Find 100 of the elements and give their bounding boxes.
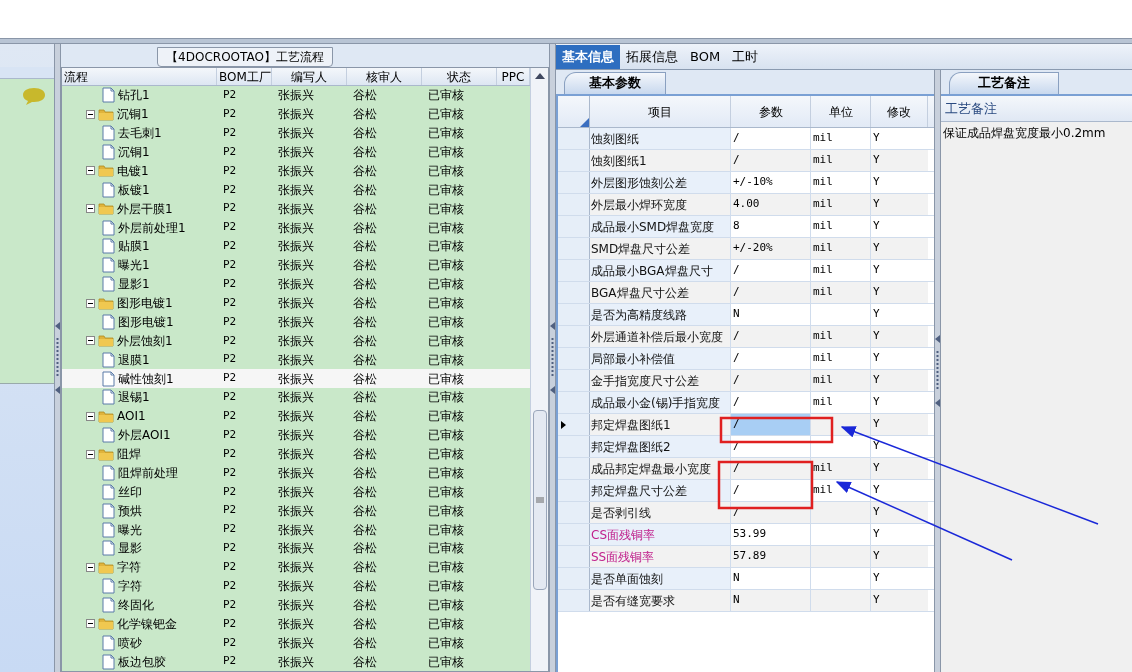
- collapse-icon[interactable]: [86, 449, 95, 459]
- column-header[interactable]: 核审人: [347, 68, 422, 85]
- tab[interactable]: 工时: [726, 45, 765, 69]
- table-cell-text: 谷松: [352, 351, 378, 369]
- table-cell-text: 谷松: [352, 87, 378, 105]
- table-cell-text: P2: [222, 426, 238, 443]
- table-cell: BGA焊盘尺寸公差: [590, 282, 731, 303]
- table-cell-text: 谷松: [352, 389, 378, 407]
- table-cell[interactable]: 57.89: [731, 546, 811, 567]
- table-cell-text: 张振兴: [277, 276, 315, 294]
- table-cell[interactable]: +/-10%: [731, 172, 811, 193]
- collapse-icon[interactable]: [86, 298, 95, 308]
- step-name: 阻焊: [117, 446, 141, 464]
- table-cell[interactable]: /: [731, 414, 811, 435]
- column-header[interactable]: 流程: [62, 68, 217, 85]
- table-cell-text: 张振兴: [277, 181, 315, 199]
- table-cell[interactable]: /: [731, 326, 811, 347]
- table-cell[interactable]: +/-20%: [731, 238, 811, 259]
- scrollbar[interactable]: [530, 68, 548, 671]
- table-cell-text: P2: [222, 464, 238, 481]
- collapse-arrow-icon[interactable]: [550, 322, 555, 330]
- column-header[interactable]: 编写人: [272, 68, 347, 85]
- collapse-icon[interactable]: [86, 562, 95, 572]
- panel-tab[interactable]: 工艺备注: [949, 72, 1059, 94]
- grip-icon[interactable]: [56, 338, 59, 378]
- table-cell: Y: [871, 150, 928, 171]
- row-header[interactable]: [558, 414, 590, 435]
- table-cell: Y: [871, 370, 928, 391]
- table-cell-text: 张振兴: [277, 502, 315, 520]
- table-cell: mil: [811, 238, 871, 259]
- column-header[interactable]: 参数: [731, 96, 811, 127]
- table-cell-text: 谷松: [352, 408, 378, 426]
- column-header[interactable]: 单位: [811, 96, 871, 127]
- collapse-icon[interactable]: [86, 166, 95, 176]
- table-cell[interactable]: N: [731, 590, 811, 611]
- table-cell[interactable]: /: [731, 260, 811, 281]
- table-cell[interactable]: 53.99: [731, 524, 811, 545]
- step-name: 外层蚀刻1: [117, 332, 173, 350]
- tab[interactable]: 基本信息: [556, 45, 620, 69]
- collapse-icon[interactable]: [86, 109, 95, 119]
- speech-bubble-icon[interactable]: [22, 87, 46, 105]
- table-cell-text: 张振兴: [277, 559, 315, 577]
- scroll-up-icon[interactable]: [534, 72, 545, 80]
- table-cell-text: P2: [222, 653, 238, 670]
- collapse-arrow-icon[interactable]: [935, 335, 940, 343]
- tab[interactable]: 拓展信息: [620, 45, 684, 69]
- notes-field[interactable]: 保证成品焊盘宽度最小0.2mm: [941, 122, 1132, 672]
- grip-icon[interactable]: [936, 351, 939, 391]
- column-header[interactable]: 项目: [590, 96, 731, 127]
- splitter[interactable]: [934, 70, 941, 672]
- table-cell[interactable]: N: [731, 568, 811, 589]
- table-cell: 外层通道补偿后最小宽度: [590, 326, 731, 347]
- panel-tab[interactable]: 基本参数: [564, 72, 666, 94]
- table-cell-text: 谷松: [352, 483, 378, 501]
- column-header[interactable]: 状态: [422, 68, 497, 85]
- collapse-arrow-icon[interactable]: [55, 386, 60, 394]
- table-cell-text: 谷松: [352, 162, 378, 180]
- table-cell[interactable]: /: [731, 128, 811, 149]
- grip-icon[interactable]: [535, 497, 544, 503]
- table-cell-text: P2: [222, 502, 238, 519]
- table-cell[interactable]: /: [731, 458, 811, 479]
- table-cell-text: 谷松: [352, 502, 378, 520]
- collapse-icon[interactable]: [86, 411, 95, 421]
- table-cell-text: 已审核: [427, 144, 465, 162]
- step-name: 沉铜1: [117, 106, 149, 124]
- table-cell[interactable]: 4.00: [731, 194, 811, 215]
- collapse-arrow-icon[interactable]: [550, 386, 555, 394]
- table-cell-text: 张振兴: [277, 521, 315, 539]
- collapse-arrow-icon[interactable]: [55, 322, 60, 330]
- table-cell-text: 已审核: [427, 87, 465, 105]
- grip-icon[interactable]: [551, 338, 554, 378]
- table-cell-text: P2: [222, 257, 238, 274]
- table-cell-text: P2: [222, 445, 238, 462]
- collapse-arrow-icon[interactable]: [935, 399, 940, 407]
- column-header[interactable]: BOM工厂: [217, 68, 272, 85]
- tab[interactable]: BOM: [684, 45, 727, 69]
- table-cell-text: 谷松: [352, 521, 378, 539]
- table-cell[interactable]: /: [731, 282, 811, 303]
- tree-row[interactable]: 碱性蚀刻1 P2 张振兴 谷松 已审核: [62, 369, 530, 388]
- table-cell[interactable]: /: [731, 150, 811, 171]
- table-cell[interactable]: 8: [731, 216, 811, 237]
- table-cell: Y: [871, 458, 928, 479]
- table-cell[interactable]: N: [731, 304, 811, 325]
- table-cell[interactable]: /: [731, 348, 811, 369]
- document-icon: [102, 219, 115, 236]
- table-cell[interactable]: /: [731, 392, 811, 413]
- column-header[interactable]: 修改: [871, 96, 928, 127]
- collapse-icon[interactable]: [86, 619, 95, 629]
- splitter[interactable]: [54, 44, 61, 672]
- table-cell: 是否剥引线: [590, 502, 731, 523]
- table-cell-text: 谷松: [352, 540, 378, 558]
- table-cell-text: 谷松: [352, 238, 378, 256]
- scroll-thumb[interactable]: [532, 410, 547, 590]
- table-cell[interactable]: /: [731, 480, 811, 501]
- table-cell[interactable]: /: [731, 370, 811, 391]
- table-cell-text: 谷松: [352, 257, 378, 275]
- table-cell-text: P2: [222, 540, 238, 557]
- table-cell: 邦定焊盘图纸1: [590, 414, 731, 435]
- collapse-icon[interactable]: [86, 336, 95, 346]
- collapse-icon[interactable]: [86, 204, 95, 214]
